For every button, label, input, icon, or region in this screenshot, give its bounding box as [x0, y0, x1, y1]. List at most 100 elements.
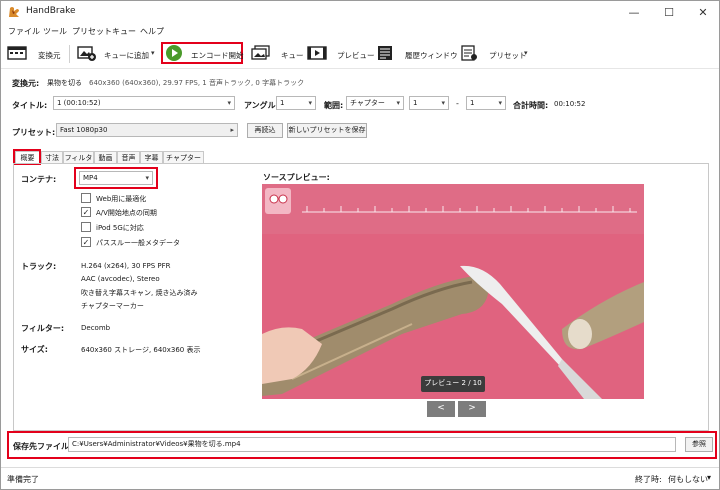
handbrake-logo-icon	[7, 5, 21, 19]
close-icon: ✕	[698, 5, 708, 19]
when-done-label: 終了時:	[635, 475, 662, 484]
minimize-button[interactable]: —	[617, 1, 651, 23]
preset-select[interactable]: Fast 1080p30 ▸	[56, 123, 238, 137]
track-audio: AAC (avcodec), Stereo	[81, 275, 160, 283]
range-start-value: 1	[413, 99, 418, 107]
preset-value: Fast 1080p30	[60, 126, 108, 134]
container-value: MP4	[83, 174, 98, 182]
close-button[interactable]: ✕	[686, 1, 720, 23]
chevron-right-icon: >	[468, 403, 476, 413]
status-text: 準備完了	[7, 475, 39, 484]
preview-prev-button[interactable]: <	[427, 401, 455, 417]
browse-button[interactable]: 参照	[685, 437, 713, 452]
presets-label[interactable]: プリセット	[489, 50, 527, 61]
chevron-left-icon: <	[437, 403, 445, 413]
range-start-select[interactable]: 1 ▾	[409, 96, 449, 110]
menu-queue[interactable]: キュー	[112, 26, 136, 37]
filters-value: Decomb	[81, 324, 111, 332]
play-icon[interactable]	[166, 45, 182, 61]
check-icon: ✓	[82, 238, 90, 247]
add-to-queue-label[interactable]: キューに追加	[104, 50, 149, 61]
web-optimize-checkbox[interactable]	[81, 193, 91, 203]
filters-label: フィルター:	[21, 324, 65, 333]
preset-label: プリセット:	[12, 128, 56, 137]
menu-help[interactable]: ヘルプ	[140, 26, 164, 37]
queue-label[interactable]: キュー	[281, 50, 304, 61]
duration-value: 00:10:52	[554, 100, 586, 108]
chevron-down-icon: ▾	[396, 99, 400, 107]
range-type-value: チャプター	[350, 99, 385, 107]
preview-label[interactable]: プレビュー	[337, 50, 375, 61]
track-subtitles: 吹き替え字幕スキャン, 焼き込み済み	[81, 289, 198, 297]
maximize-icon: ☐	[664, 5, 674, 19]
source-details: 640x360 (640x360), 29.97 FPS, 1 音声トラック, …	[89, 79, 305, 87]
add-to-queue-dropdown-caret[interactable]: ▾	[151, 49, 155, 57]
size-label: サイズ:	[21, 345, 48, 354]
angle-select-value: 1	[280, 99, 285, 107]
menu-file[interactable]: ファイル	[8, 26, 40, 37]
passthru-metadata-label: パススルー一般メタデータ	[96, 239, 180, 247]
source-label: 変換元:	[12, 79, 40, 88]
chevron-down-icon[interactable]: ▾	[707, 473, 711, 482]
minimize-icon: —	[628, 5, 640, 19]
maximize-button[interactable]: ☐	[652, 1, 686, 23]
source-preview-image: プレビュー 2 / 10	[262, 184, 644, 399]
ipod-support-checkbox[interactable]	[81, 222, 91, 232]
title-label: タイトル:	[12, 101, 48, 110]
range-end-value: 1	[470, 99, 475, 107]
ipod-support-label: iPod 5Gに対応	[96, 224, 144, 232]
av-sync-label: A/V開始地点の同期	[96, 209, 157, 217]
av-sync-checkbox[interactable]: ✓	[81, 207, 91, 217]
angle-select[interactable]: 1 ▾	[276, 96, 316, 110]
track-video: H.264 (x264), 30 FPS PFR	[81, 262, 171, 270]
destination-label: 保存先ファイル:	[13, 442, 73, 451]
range-type-select[interactable]: チャプター ▾	[346, 96, 404, 110]
source-preview-label: ソースプレビュー:	[263, 173, 330, 182]
start-encode-label[interactable]: エンコード開始	[191, 50, 244, 61]
add-to-queue-icon[interactable]	[77, 45, 96, 61]
check-icon: ✓	[82, 208, 90, 217]
chevron-down-icon: ▾	[498, 99, 502, 107]
status-bar	[1, 467, 719, 489]
when-done-value[interactable]: 何もしない	[668, 474, 708, 485]
chevron-down-icon: ▾	[145, 174, 149, 182]
preview-icon[interactable]	[307, 45, 327, 61]
title-bar	[1, 1, 719, 23]
activity-window-label[interactable]: 履歴ウィンドウ	[405, 50, 458, 61]
queue-icon[interactable]	[251, 45, 270, 61]
menu-presets[interactable]: プリセット	[72, 26, 112, 37]
menu-tools[interactable]: ツール	[43, 26, 67, 37]
activity-log-icon[interactable]	[376, 45, 394, 61]
chevron-down-icon: ▾	[441, 99, 445, 107]
range-dash: -	[456, 99, 459, 108]
presets-icon[interactable]	[460, 45, 478, 61]
toolbar-separator	[69, 45, 70, 63]
destination-path-input[interactable]: C:¥Users¥Administrator¥Videos¥果物を切る.mp4	[68, 437, 676, 452]
reload-preset-button[interactable]: 再読込	[247, 123, 283, 138]
chevron-down-icon: ▾	[308, 99, 312, 107]
preview-next-button[interactable]: >	[458, 401, 486, 417]
range-label: 範囲:	[324, 101, 344, 110]
chevron-right-icon: ▸	[230, 126, 234, 134]
container-label: コンテナ:	[21, 175, 57, 184]
chevron-down-icon: ▾	[227, 99, 231, 107]
window-title: HandBrake	[26, 6, 76, 16]
tracks-label: トラック:	[21, 262, 57, 271]
title-select-value: 1 (00:10:52)	[57, 99, 101, 107]
presets-dropdown-caret[interactable]: ▾	[524, 49, 528, 57]
preview-counter-badge: プレビュー 2 / 10	[421, 376, 485, 392]
source-button-label[interactable]: 変換元	[38, 50, 61, 61]
track-chapters: チャプターマーカー	[81, 302, 144, 310]
size-value: 640x360 ストレージ, 640x360 表示	[81, 346, 201, 354]
source-name: 果物を切る	[47, 79, 82, 87]
handbrake-window: HandBrake — ☐ ✕ ファイル ツール プリセット キュー ヘルプ 変…	[0, 0, 720, 490]
title-select[interactable]: 1 (00:10:52) ▾	[53, 96, 235, 110]
passthru-metadata-checkbox[interactable]: ✓	[81, 237, 91, 247]
save-new-preset-button[interactable]: 新しいプリセットを保存	[287, 123, 367, 138]
range-end-select[interactable]: 1 ▾	[466, 96, 506, 110]
web-optimize-label: Web用に最適化	[96, 195, 147, 203]
source-icon[interactable]	[7, 45, 27, 61]
angle-label: アングル:	[244, 101, 279, 110]
container-select[interactable]: MP4 ▾	[79, 171, 153, 185]
duration-label: 合計時間:	[513, 101, 549, 110]
